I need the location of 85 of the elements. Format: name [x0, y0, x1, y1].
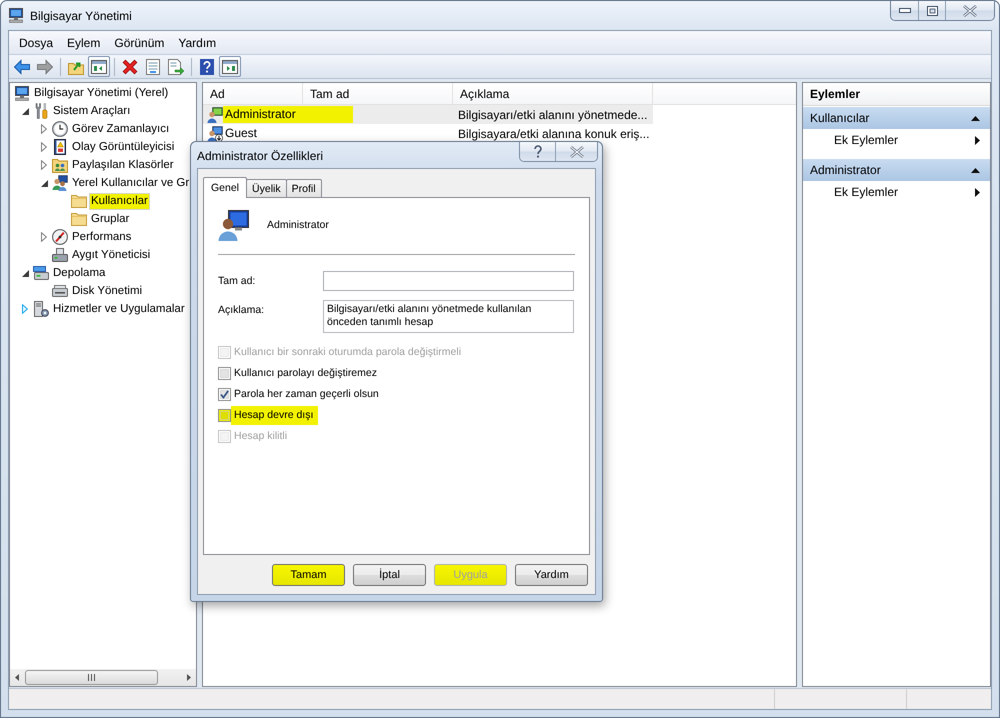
action-item[interactable]: Ek Eylemler	[803, 181, 990, 203]
tree-item[interactable]: Sistem Araçları	[51, 102, 132, 120]
close-icon	[570, 146, 584, 158]
maximize-icon	[926, 6, 938, 16]
close-icon	[963, 4, 977, 16]
dialog-button[interactable]: İptal	[353, 564, 426, 586]
tab[interactable]: Üyelik	[246, 179, 287, 197]
folder-icon	[71, 211, 87, 227]
pane-icon	[91, 58, 107, 74]
minimize-icon	[898, 8, 910, 13]
folder-icon	[71, 193, 87, 209]
help-icon	[199, 58, 215, 74]
column-header[interactable]: Tam ad	[303, 83, 453, 104]
server-icon	[33, 301, 49, 317]
tree-pane-button[interactable]	[88, 56, 110, 77]
list-row[interactable]: Administrator Bilgisayarı/etki alanını yönetmede...	[203, 105, 653, 124]
user-monitor-icon	[218, 209, 250, 241]
column-header[interactable]: Ad	[203, 83, 303, 104]
pane-icon	[222, 58, 238, 74]
tab[interactable]: Profil	[286, 179, 322, 197]
checkbox-label[interactable]: Hesap devre dışı	[231, 406, 318, 425]
menu-item[interactable]: Dosya	[12, 32, 60, 52]
table-cell-text: Guest	[224, 125, 258, 142]
dialog-button[interactable]: Yardım	[515, 564, 588, 586]
column-header[interactable]: Açıklama	[453, 83, 653, 104]
tree-item[interactable]: Performans	[70, 228, 134, 246]
help-button[interactable]	[520, 142, 556, 161]
horizontal-scrollbar[interactable]	[10, 669, 196, 686]
action-item[interactable]: Ek Eylemler	[803, 129, 990, 151]
action-pane-button[interactable]	[219, 56, 241, 77]
device-icon	[52, 247, 68, 263]
section-header[interactable]: Kullanıcılar	[803, 107, 990, 129]
disk-drive-icon	[52, 283, 68, 299]
arrow-right-icon	[37, 58, 53, 74]
input-field[interactable]	[323, 271, 574, 291]
clock-icon	[52, 121, 68, 137]
dialog-title: Administrator Özellikleri	[197, 148, 324, 164]
shared-folder-icon	[52, 157, 68, 173]
menu-item[interactable]: Eylem	[60, 32, 108, 52]
computer-icon	[14, 85, 30, 101]
tree-item[interactable]: Depolama	[51, 264, 108, 282]
user-name: Administrator	[267, 219, 329, 231]
tab[interactable]: Genel	[203, 177, 248, 198]
tree-item[interactable]: Paylaşılan Klasörler	[70, 156, 176, 174]
caret-left-icon	[15, 674, 19, 681]
arrow-left-icon	[14, 58, 30, 74]
maximize-button[interactable]	[919, 1, 946, 20]
window-title: Bilgisayar Yönetimi	[30, 8, 132, 24]
close-button[interactable]	[556, 142, 597, 161]
table-cell: Administrator	[223, 106, 353, 123]
caret-right-icon	[187, 674, 191, 681]
field-label: Tam ad:	[218, 275, 256, 287]
menu-item[interactable]: Görünüm	[107, 32, 172, 52]
minimize-button[interactable]	[891, 1, 919, 20]
document-icon	[145, 58, 161, 74]
tree-item[interactable]: Hizmetler ve Uygulamalar	[51, 300, 187, 318]
menu-item[interactable]: Yardım	[171, 32, 224, 52]
computer-icon	[8, 7, 24, 23]
field-label: Açıklama:	[218, 303, 266, 316]
tree-item[interactable]: Gruplar	[89, 210, 132, 228]
cross-icon	[122, 58, 138, 74]
checkbox-label[interactable]: Parola her zaman geçerli olsun	[231, 387, 382, 402]
help-icon	[534, 145, 542, 158]
close-button[interactable]	[946, 1, 994, 20]
tree-item[interactable]: Bilgisayar Yönetimi (Yerel)	[32, 84, 170, 102]
tree-item[interactable]: Aygıt Yöneticisi	[70, 246, 152, 264]
tree-item[interactable]: Disk Yönetimi	[70, 282, 144, 300]
grip-icon	[88, 674, 95, 681]
gauge-icon	[52, 229, 68, 245]
users-icon	[52, 175, 68, 191]
checkbox-label[interactable]: Kullanıcı parolayı değiştiremez	[231, 366, 380, 381]
section-header[interactable]: Administrator	[803, 159, 990, 181]
table-cell: Bilgisayarı/etki alanını yönetmede...	[458, 108, 648, 122]
tree-item[interactable]: Kullanıcılar	[89, 192, 150, 210]
dialog-button[interactable]: Tamam	[272, 564, 345, 586]
export-button[interactable]	[165, 56, 187, 77]
tree-item[interactable]: Görev Zamanlayıcı	[70, 120, 172, 138]
drive-icon	[33, 265, 49, 281]
tree-item[interactable]: Yerel Kullanıcılar ve Gr	[70, 174, 192, 192]
log-book-icon	[52, 139, 68, 155]
tools-icon	[33, 103, 49, 119]
table-cell: Bilgisayara/etki alanına konuk eriş...	[458, 126, 650, 140]
text-area[interactable]: Bilgisayarı/etki alanını yönetmede kullanılan önceden tanımlı hesap	[323, 300, 574, 333]
scrollbar-thumb[interactable]	[25, 670, 158, 685]
tree-item[interactable]: Olay Görüntüleyicisi	[70, 138, 176, 156]
